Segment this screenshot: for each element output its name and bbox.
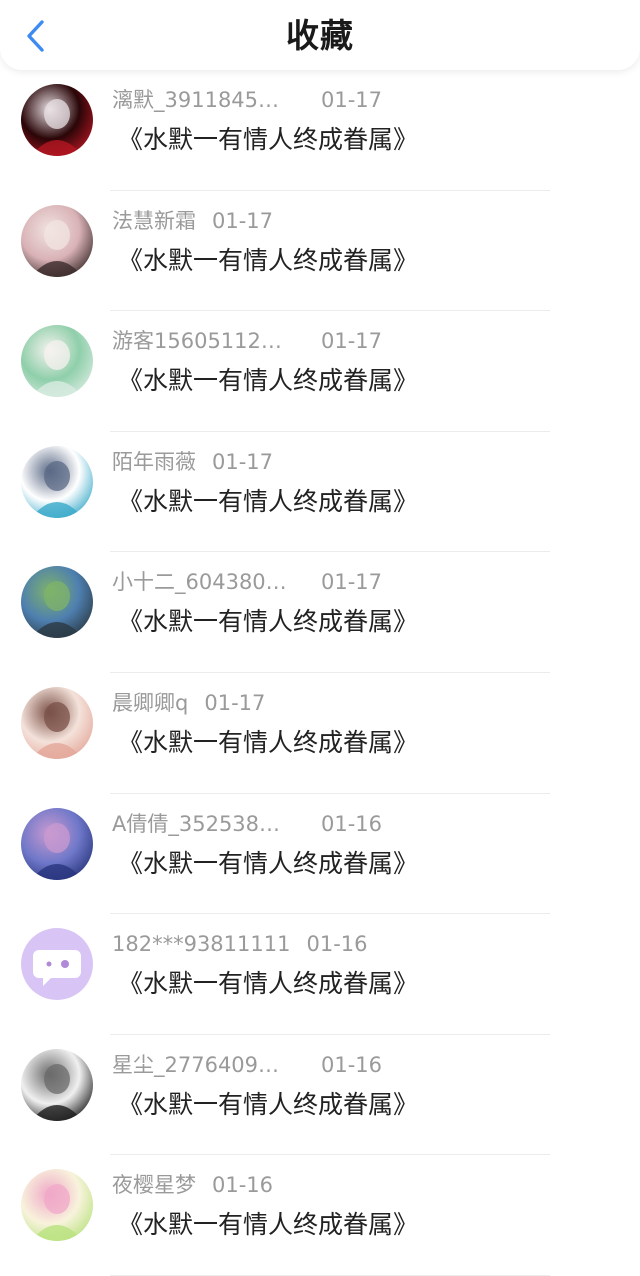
favorite-title[interactable]: 《水默一有情人终成眷属》 xyxy=(118,122,418,158)
favorite-item[interactable]: 晨卿卿q 01-17 《水默一有情人终成眷属》 xyxy=(0,673,640,794)
favorite-item[interactable]: 182***93811111 01-16 《水默一有情人终成眷属》 xyxy=(0,914,640,1035)
favorite-item[interactable]: 法慧新霜 01-17 《水默一有情人终成眷属》 xyxy=(0,191,640,312)
favorite-item[interactable]: 游客15605112… 01-17 《水默一有情人终成眷属》 xyxy=(0,311,640,432)
avatar-image xyxy=(21,445,93,518)
username[interactable]: 陌年雨薇 xyxy=(112,446,196,478)
avatar-image xyxy=(21,1169,93,1242)
favorite-title[interactable]: 《水默一有情人终成眷属》 xyxy=(118,604,418,640)
favorite-item[interactable]: 小十二_604380… 01-17 《水默一有情人终成眷属》 xyxy=(0,552,640,673)
avatar-image xyxy=(21,204,93,277)
user-avatar[interactable] xyxy=(21,325,93,398)
favorite-date: 01-17 xyxy=(321,88,383,112)
user-avatar[interactable] xyxy=(21,84,93,156)
username[interactable]: 法慧新霜 xyxy=(112,205,196,237)
favorites-list: 漓默_3911845… 01-17 《水默一有情人终成眷属》 法慧新霜 01-17 《水默… xyxy=(0,70,640,1276)
user-avatar[interactable] xyxy=(21,928,93,1001)
username[interactable]: 漓默_3911845… xyxy=(112,84,279,116)
username[interactable]: 游客15605112… xyxy=(112,325,282,357)
username[interactable]: 晨卿卿q xyxy=(112,687,188,719)
item-meta: 晨卿卿q 01-17 xyxy=(112,687,265,719)
favorite-date: 01-16 xyxy=(306,932,368,957)
item-meta: 182***93811111 01-16 xyxy=(112,928,368,960)
favorite-item[interactable]: 星尘_2776409… 01-16 《水默一有情人终成眷属》 xyxy=(0,1035,640,1156)
item-meta: 漓默_3911845… 01-17 xyxy=(112,84,382,116)
header-bar: 收藏 xyxy=(0,0,640,70)
favorite-date: 01-17 xyxy=(212,208,274,233)
favorite-date: 01-16 xyxy=(321,1052,383,1077)
favorite-item[interactable]: 漓默_3911845… 01-17 《水默一有情人终成眷属》 xyxy=(0,70,640,191)
user-avatar[interactable] xyxy=(21,204,93,277)
favorite-date: 01-17 xyxy=(321,570,383,595)
favorite-date: 01-17 xyxy=(321,329,383,354)
avatar-image xyxy=(21,807,93,880)
username[interactable]: 星尘_2776409… xyxy=(112,1049,279,1081)
favorite-date: 01-17 xyxy=(212,449,274,474)
item-meta: 游客15605112… 01-17 xyxy=(112,325,382,357)
favorite-date: 01-16 xyxy=(321,811,383,836)
username[interactable]: A倩倩_352538… xyxy=(112,808,280,840)
item-meta: 夜樱星梦 01-16 xyxy=(112,1169,273,1201)
favorite-title[interactable]: 《水默一有情人终成眷属》 xyxy=(118,243,418,279)
favorite-title[interactable]: 《水默一有情人终成眷属》 xyxy=(118,1087,418,1123)
user-avatar[interactable] xyxy=(21,1048,93,1121)
favorites-screen: 收藏 漓默_3911845… 01-17 《水默一有情人终成眷属》 法慧新霜 01-17… xyxy=(0,0,640,1276)
item-meta: 法慧新霜 01-17 xyxy=(112,205,273,237)
favorite-title[interactable]: 《水默一有情人终成眷属》 xyxy=(118,966,418,1002)
user-avatar[interactable] xyxy=(21,1169,93,1242)
username[interactable]: 182***93811111 xyxy=(112,928,290,960)
favorite-title[interactable]: 《水默一有情人终成眷属》 xyxy=(118,484,418,520)
user-avatar[interactable] xyxy=(21,686,93,759)
item-meta: A倩倩_352538… 01-16 xyxy=(112,808,382,840)
item-meta: 星尘_2776409… 01-16 xyxy=(112,1049,382,1081)
avatar-image xyxy=(21,566,93,639)
avatar-image xyxy=(21,84,93,156)
item-meta: 陌年雨薇 01-17 xyxy=(112,446,273,478)
page-title: 收藏 xyxy=(286,16,354,55)
favorite-item[interactable]: 陌年雨薇 01-17 《水默一有情人终成眷属》 xyxy=(0,432,640,553)
favorite-item[interactable]: A倩倩_352538… 01-16 《水默一有情人终成眷属》 xyxy=(0,794,640,915)
favorite-date: 01-16 xyxy=(212,1173,274,1198)
user-avatar[interactable] xyxy=(21,566,93,639)
favorite-title[interactable]: 《水默一有情人终成眷属》 xyxy=(118,725,418,761)
avatar-image xyxy=(21,325,93,398)
favorite-item[interactable]: 夜樱星梦 01-16 《水默一有情人终成眷属》 xyxy=(0,1155,640,1276)
user-avatar[interactable] xyxy=(21,445,93,518)
avatar-image xyxy=(21,686,93,759)
avatar-image xyxy=(21,928,93,1001)
item-meta: 小十二_604380… 01-17 xyxy=(112,566,382,598)
favorite-title[interactable]: 《水默一有情人终成眷属》 xyxy=(118,846,418,882)
username[interactable]: 夜樱星梦 xyxy=(112,1169,196,1201)
favorite-date: 01-17 xyxy=(204,690,266,715)
avatar-image xyxy=(21,1048,93,1121)
favorite-title[interactable]: 《水默一有情人终成眷属》 xyxy=(118,1207,418,1243)
favorite-title[interactable]: 《水默一有情人终成眷属》 xyxy=(118,363,418,399)
username[interactable]: 小十二_604380… xyxy=(112,566,287,598)
user-avatar[interactable] xyxy=(21,807,93,880)
